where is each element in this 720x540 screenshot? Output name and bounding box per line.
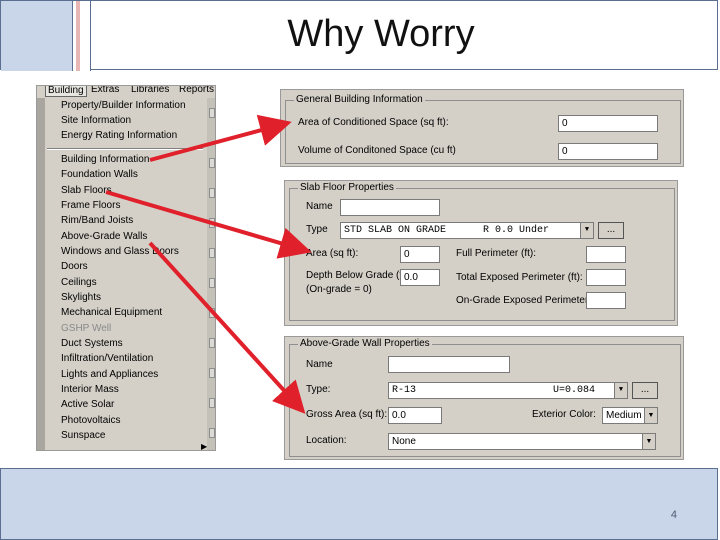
menubar-extras[interactable]: Extras xyxy=(91,86,119,95)
slab-type-select[interactable]: STD SLAB ON GRADE R 0.0 Under ▼ xyxy=(340,222,594,239)
menu-item-duct-systems[interactable]: Duct Systems xyxy=(61,338,123,349)
area-conditioned-field[interactable]: 0 xyxy=(558,115,658,132)
slab-name-label: Name xyxy=(306,201,333,212)
toolbar-button xyxy=(209,218,215,228)
menu-item-energy-rating[interactable]: Energy Rating Information xyxy=(61,130,177,141)
slide-title: Why Worry xyxy=(287,13,475,55)
window-edge xyxy=(37,98,45,450)
menubar-reports[interactable]: Reports xyxy=(179,86,214,95)
menu-item-site-information[interactable]: Site Information xyxy=(61,115,131,126)
toolbar-button xyxy=(209,188,215,198)
title-accent-box xyxy=(1,1,73,71)
chevron-down-icon[interactable]: ▼ xyxy=(644,408,657,423)
menu-item-gshp-well: GSHP Well xyxy=(61,323,112,334)
chevron-down-icon[interactable]: ▼ xyxy=(642,434,655,449)
menu-item-ceilings[interactable]: Ceilings xyxy=(61,277,97,288)
building-menu-screenshot: Building Extras Libraries Reports Proper… xyxy=(36,85,216,451)
slab-name-field[interactable] xyxy=(340,199,440,216)
toolbar-button xyxy=(209,368,215,378)
menubar-building[interactable]: Building xyxy=(45,86,87,97)
menu-item-windows-glass-doors[interactable]: Windows and Glass Doors xyxy=(61,246,179,257)
exterior-color-value: Medium xyxy=(606,410,642,421)
toolbar-button xyxy=(209,278,215,288)
slab-type-rvalue: R 0.0 Under xyxy=(483,225,550,236)
general-building-legend: General Building Information xyxy=(294,94,425,105)
wall-name-field[interactable] xyxy=(388,356,510,373)
on-grade-exposed-perimeter-field[interactable] xyxy=(586,292,626,309)
full-perimeter-label: Full Perimeter (ft): xyxy=(456,248,537,259)
menu-item-active-solar[interactable]: Active Solar xyxy=(61,399,114,410)
wall-type-name: R-13 xyxy=(392,385,417,396)
depth-below-grade-field[interactable]: 0.0 xyxy=(400,269,440,286)
menu-item-frame-floors[interactable]: Frame Floors xyxy=(61,200,120,211)
menu-item-skylights[interactable]: Skylights xyxy=(61,292,101,303)
building-dropdown-menu: Property/Builder Information Site Inform… xyxy=(45,98,208,450)
exterior-color-label: Exterior Color: xyxy=(532,409,596,420)
slab-floor-group: Slab Floor Properties Name Type STD SLAB… xyxy=(289,182,675,321)
above-grade-wall-legend: Above-Grade Wall Properties xyxy=(298,338,432,349)
wall-name-label: Name xyxy=(306,359,333,370)
wall-type-browse-button[interactable]: ... xyxy=(632,382,658,399)
area-conditioned-label: Area of Conditioned Space (sq ft): xyxy=(298,117,449,128)
menu-separator xyxy=(47,148,203,150)
menu-item-mechanical-equipment[interactable]: Mechanical Equipment xyxy=(61,307,162,318)
menu-item-building-information[interactable]: Building Information xyxy=(61,154,149,165)
slab-floor-panel: Slab Floor Properties Name Type STD SLAB… xyxy=(284,180,678,326)
volume-conditioned-field[interactable]: 0 xyxy=(558,143,658,160)
menu-item-rim-band-joists[interactable]: Rim/Band Joists xyxy=(61,215,133,226)
menu-item-foundation-walls[interactable]: Foundation Walls xyxy=(61,169,138,180)
menu-item-slab-floors[interactable]: Slab Floors xyxy=(61,185,112,196)
menu-item-doors[interactable]: Doors xyxy=(61,261,88,272)
wall-type-uvalue: U=0.084 xyxy=(553,385,596,396)
footer-bar: 4 xyxy=(0,468,718,540)
on-grade-note: (On-grade = 0) xyxy=(306,284,372,295)
general-building-panel: General Building Information Area of Con… xyxy=(280,89,684,167)
slab-type-label: Type xyxy=(306,224,328,235)
wall-type-select[interactable]: R-13 U=0.084 ▼ xyxy=(388,382,628,399)
page-number: 4 xyxy=(670,509,677,521)
above-grade-wall-group: Above-Grade Wall Properties Name Type: R… xyxy=(289,338,681,457)
menubar-libraries[interactable]: Libraries xyxy=(131,86,169,95)
location-value: None xyxy=(392,436,416,447)
chevron-down-icon[interactable]: ▼ xyxy=(580,223,593,238)
slab-type-browse-button[interactable]: ... xyxy=(598,222,624,239)
toolbar-button xyxy=(209,248,215,258)
menu-item-photovoltaics[interactable]: Photovoltaics xyxy=(61,415,120,426)
menu-item-interior-mass[interactable]: Interior Mass xyxy=(61,384,119,395)
toolbar-button xyxy=(209,108,215,118)
menu-item-infiltration-ventilation[interactable]: Infiltration/Ventilation xyxy=(61,353,153,364)
menu-item-sunspace[interactable]: Sunspace xyxy=(61,430,105,441)
toolbar-strip xyxy=(207,98,215,450)
menu-item-property-builder[interactable]: Property/Builder Information xyxy=(61,100,186,111)
volume-conditioned-label: Volume of Conditoned Space (cu ft) xyxy=(298,145,456,156)
slab-area-label: Area (sq ft): xyxy=(306,248,359,259)
wall-type-label: Type: xyxy=(306,384,331,395)
menubar: Building Extras Libraries Reports xyxy=(37,86,215,98)
toolbar-button xyxy=(209,308,215,318)
toolbar-button xyxy=(209,338,215,348)
gross-area-label: Gross Area (sq ft): xyxy=(306,409,388,420)
toolbar-button xyxy=(209,428,215,438)
total-exposed-perimeter-field[interactable] xyxy=(586,269,626,286)
chevron-down-icon[interactable]: ▼ xyxy=(614,383,627,398)
location-select[interactable]: None ▼ xyxy=(388,433,656,450)
full-perimeter-field[interactable] xyxy=(586,246,626,263)
title-accent-stripe xyxy=(73,1,91,71)
slab-type-name: STD SLAB ON GRADE xyxy=(344,225,447,236)
gross-area-field[interactable]: 0.0 xyxy=(388,407,442,424)
on-grade-exposed-perimeter-label: On-Grade Exposed Perimeter (ft): xyxy=(456,295,607,306)
depth-below-grade-label: Depth Below Grade (ft): xyxy=(306,270,412,281)
menu-item-lights-appliances[interactable]: Lights and Appliances xyxy=(61,369,158,380)
toolbar-button xyxy=(209,158,215,168)
title-bar: Why Worry xyxy=(0,0,718,71)
toolbar-button xyxy=(209,398,215,408)
above-grade-wall-panel: Above-Grade Wall Properties Name Type: R… xyxy=(284,336,684,460)
total-exposed-perimeter-label: Total Exposed Perimeter (ft): xyxy=(456,272,583,283)
slab-area-field[interactable]: 0 xyxy=(400,246,440,263)
slab-floor-legend: Slab Floor Properties xyxy=(298,182,396,193)
general-building-group: General Building Information Area of Con… xyxy=(285,94,681,164)
menu-item-above-grade-walls[interactable]: Above-Grade Walls xyxy=(61,231,147,242)
exterior-color-select[interactable]: Medium ▼ xyxy=(602,407,658,424)
location-label: Location: xyxy=(306,435,347,446)
